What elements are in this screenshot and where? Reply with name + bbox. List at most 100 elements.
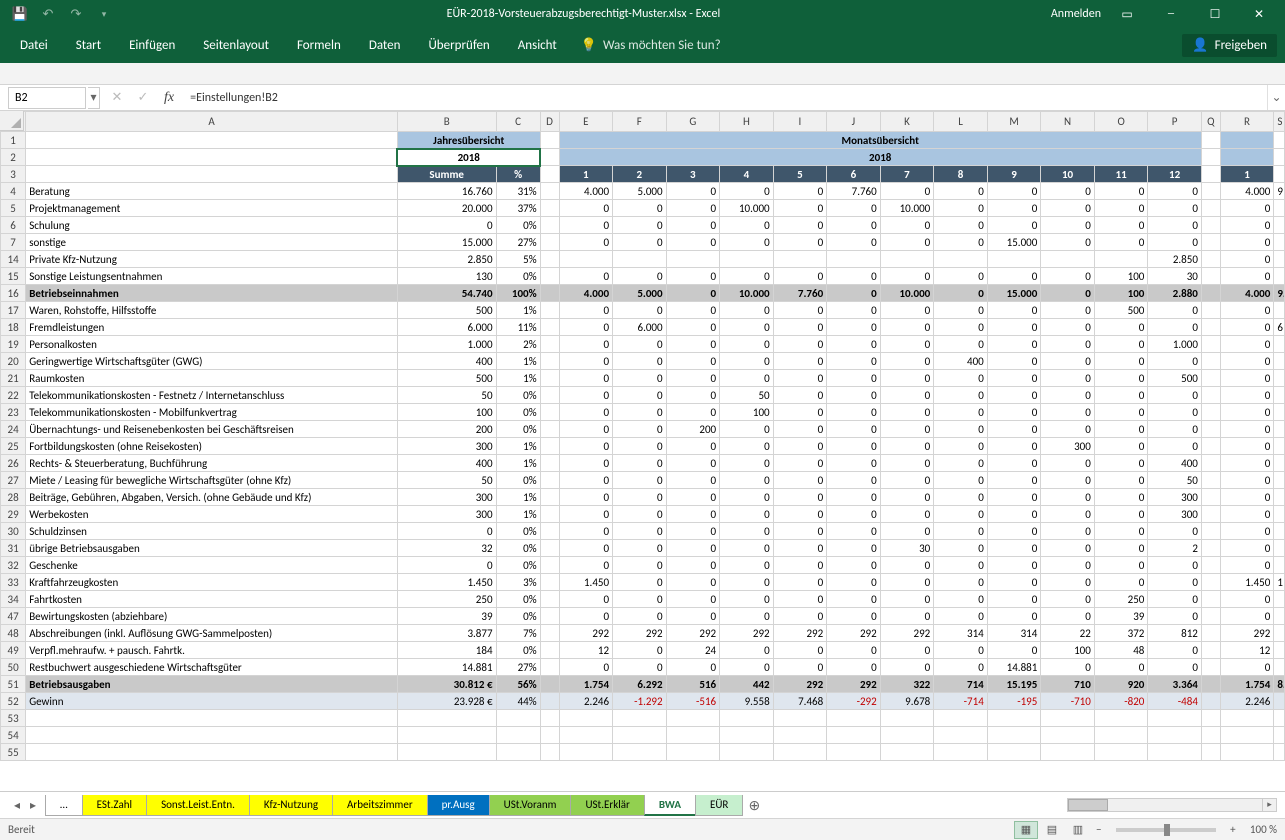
cell-label-4[interactable]: Beratung (26, 183, 398, 200)
cell-m4-47[interactable]: 0 (720, 608, 774, 625)
cell-m6-16[interactable]: 0 (827, 285, 881, 302)
cell-sum-31[interactable]: 32 (397, 540, 496, 557)
cell-m3-4[interactable]: 0 (666, 183, 720, 200)
cell-label-54[interactable] (26, 727, 398, 744)
cell-m3-52[interactable]: -516 (666, 693, 720, 710)
cell-m12-14[interactable]: 2.850 (1148, 251, 1202, 268)
row-header-19[interactable]: 19 (1, 336, 26, 353)
cell-m3-47[interactable]: 0 (666, 608, 720, 625)
cell-m4-4[interactable]: 0 (720, 183, 774, 200)
enter-formula-icon[interactable]: ✓ (134, 90, 152, 105)
cell-m7-15[interactable]: 0 (880, 268, 934, 285)
cell-m2-50[interactable]: 0 (613, 659, 667, 676)
cell-m2-47[interactable]: 0 (613, 608, 667, 625)
cell-m7-14[interactable] (880, 251, 934, 268)
cell-m7-49[interactable]: 0 (880, 642, 934, 659)
cell-r-21[interactable]: 0 (1220, 370, 1274, 387)
cell-m1-53[interactable] (559, 710, 613, 727)
cell-label-28[interactable]: Beiträge, Gebühren, Abgaben, Versich. (o… (26, 489, 398, 506)
cell-label-20[interactable]: Geringwertige Wirtschaftsgüter (GWG) (26, 353, 398, 370)
cell-m8-34[interactable]: 0 (934, 591, 988, 608)
cell-m10-52[interactable]: -710 (1041, 693, 1095, 710)
cell-m1-23[interactable]: 0 (559, 404, 613, 421)
cell-m5-31[interactable]: 0 (773, 540, 827, 557)
cell-label-32[interactable]: Geschenke (26, 557, 398, 574)
cell-m5-24[interactable]: 0 (773, 421, 827, 438)
cell-m2-27[interactable]: 0 (613, 472, 667, 489)
cell-label-30[interactable]: Schuldzinsen (26, 523, 398, 540)
cell-m6-30[interactable]: 0 (827, 523, 881, 540)
cell-sum-23[interactable]: 100 (397, 404, 496, 421)
cell-m11-52[interactable]: -820 (1094, 693, 1148, 710)
cell-m10-24[interactable]: 0 (1041, 421, 1095, 438)
cell-m5-47[interactable]: 0 (773, 608, 827, 625)
cell-m8-7[interactable]: 0 (934, 234, 988, 251)
cell-m9-31[interactable]: 0 (987, 540, 1041, 557)
cell-m12-26[interactable]: 400 (1148, 455, 1202, 472)
tab-ansicht[interactable]: Ansicht (506, 32, 569, 59)
col-header-D[interactable]: D (540, 112, 559, 132)
cell-sum-54[interactable] (397, 727, 496, 744)
share-button[interactable]: 👤 Freigeben (1182, 34, 1277, 57)
cell-m6-19[interactable]: 0 (827, 336, 881, 353)
cell-sum-49[interactable]: 184 (397, 642, 496, 659)
cell-label-34[interactable]: Fahrtkosten (26, 591, 398, 608)
cell-m2-7[interactable]: 0 (613, 234, 667, 251)
cell-sum-28[interactable]: 300 (397, 489, 496, 506)
cell-r-24[interactable]: 0 (1220, 421, 1274, 438)
cell-m1-22[interactable]: 0 (559, 387, 613, 404)
cell-m6-6[interactable]: 0 (827, 217, 881, 234)
cell-m6-26[interactable]: 0 (827, 455, 881, 472)
cell-label-23[interactable]: Telekommunikationskosten - Mobilfunkvert… (26, 404, 398, 421)
row-header-47[interactable]: 47 (1, 608, 26, 625)
row-header-18[interactable]: 18 (1, 319, 26, 336)
cell-pct-33[interactable]: 3% (496, 574, 540, 591)
cell-m2-14[interactable] (613, 251, 667, 268)
cell-m10-33[interactable]: 0 (1041, 574, 1095, 591)
cell-m8-52[interactable]: -714 (934, 693, 988, 710)
cell-sum-19[interactable]: 1.000 (397, 336, 496, 353)
cell-m10-4[interactable]: 0 (1041, 183, 1095, 200)
col-header-F[interactable]: F (613, 112, 667, 132)
cell-m9-4[interactable]: 0 (987, 183, 1041, 200)
cell-m3-27[interactable]: 0 (666, 472, 720, 489)
cell-m6-7[interactable]: 0 (827, 234, 881, 251)
sheet-tab-BWA[interactable]: BWA (644, 795, 696, 816)
cell-m11-48[interactable]: 372 (1094, 625, 1148, 642)
cell-m12-6[interactable]: 0 (1148, 217, 1202, 234)
row-header-31[interactable]: 31 (1, 540, 26, 557)
cell-label-51[interactable]: Betriebsausgaben (26, 676, 398, 693)
cell-m3-50[interactable]: 0 (666, 659, 720, 676)
cell-r-20[interactable]: 0 (1220, 353, 1274, 370)
cell-m1-17[interactable]: 0 (559, 302, 613, 319)
cell-m11-49[interactable]: 48 (1094, 642, 1148, 659)
cell-sum-32[interactable]: 0 (397, 557, 496, 574)
cell-m8-32[interactable]: 0 (934, 557, 988, 574)
cell-m4-27[interactable]: 0 (720, 472, 774, 489)
cell-m5-52[interactable]: 7.468 (773, 693, 827, 710)
cell-pct-19[interactable]: 2% (496, 336, 540, 353)
cell-m8-31[interactable]: 0 (934, 540, 988, 557)
cell-pct-27[interactable]: 0% (496, 472, 540, 489)
cell-m5-51[interactable]: 292 (773, 676, 827, 693)
tab-seitenlayout[interactable]: Seitenlayout (191, 32, 281, 59)
cell-m10-27[interactable]: 0 (1041, 472, 1095, 489)
cell-m12-47[interactable]: 0 (1148, 608, 1202, 625)
cell-m7-17[interactable]: 0 (880, 302, 934, 319)
cell-m12-53[interactable] (1148, 710, 1202, 727)
cell-m11-15[interactable]: 100 (1094, 268, 1148, 285)
cell-r-17[interactable]: 0 (1220, 302, 1274, 319)
cell-m2-29[interactable]: 0 (613, 506, 667, 523)
cell-sum-34[interactable]: 250 (397, 591, 496, 608)
cell-sum-26[interactable]: 400 (397, 455, 496, 472)
cell-pct-55[interactable] (496, 744, 540, 761)
cell-r-7[interactable]: 0 (1220, 234, 1274, 251)
cell-m7-27[interactable]: 0 (880, 472, 934, 489)
cell-m6-25[interactable]: 0 (827, 438, 881, 455)
cell-label-29[interactable]: Werbekosten (26, 506, 398, 523)
cell-m3-55[interactable] (666, 744, 720, 761)
cell-m10-15[interactable]: 0 (1041, 268, 1095, 285)
cell-m4-17[interactable]: 0 (720, 302, 774, 319)
cell-m9-54[interactable] (987, 727, 1041, 744)
cell-m8-15[interactable]: 0 (934, 268, 988, 285)
